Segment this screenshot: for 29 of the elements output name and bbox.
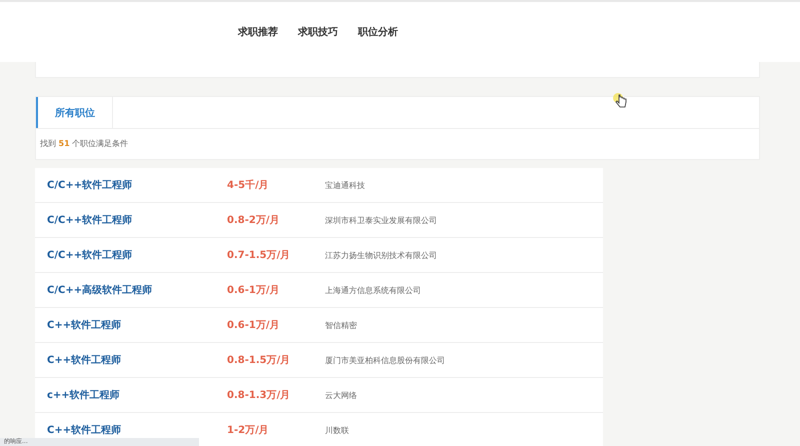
company-name: 宝迪通科技: [325, 180, 365, 190]
nav-link[interactable]: 求职推荐: [238, 25, 278, 39]
company-name: 江苏力扬生物识别技术有限公司: [325, 250, 437, 260]
salary: 0.8-1.5万/月: [227, 354, 292, 367]
result-summary: 找到 51 个职位满足条件: [39, 138, 130, 150]
nav-link[interactable]: 求职技巧: [298, 25, 338, 39]
salary: 0.6-1万/月: [227, 319, 280, 332]
job-title-link[interactable]: C++软件工程师: [47, 423, 227, 437]
salary: 0.6-1万/月: [227, 284, 280, 297]
company-name: 上海通方信息系统有限公司: [325, 284, 421, 296]
company-name: 深圳市科卫泰实业发展有限公司: [325, 214, 437, 226]
company-name: 云大网络: [325, 390, 357, 400]
job-title-link[interactable]: C/C++软件工程师: [47, 178, 227, 192]
job-title-link[interactable]: c++软件工程师: [47, 388, 227, 402]
company-name: 厦门市美亚柏科信息股份有限公司: [325, 354, 445, 366]
job-title-link[interactable]: C/C++软件工程师: [47, 213, 227, 227]
job-title-link[interactable]: C++软件工程师: [47, 318, 227, 332]
salary: 4-5千/月: [227, 178, 270, 192]
tab[interactable]: 所有职位: [36, 97, 113, 128]
nav-link[interactable]: 职位分析: [358, 25, 398, 39]
salary: 1-2万/月: [227, 424, 270, 437]
job-title-link[interactable]: C++软件工程师: [47, 353, 227, 367]
job-title-link[interactable]: C/C++软件工程师: [47, 248, 227, 262]
company-name: 川数联: [325, 424, 349, 436]
job-title-link[interactable]: C/C++高级软件工程师: [47, 283, 227, 297]
company-name: 智信精密: [325, 320, 357, 330]
salary: 0.8-2万/月: [227, 214, 280, 227]
salary: 0.7-1.5万/月: [227, 249, 292, 262]
salary: 0.8-1.3万/月: [227, 389, 292, 402]
